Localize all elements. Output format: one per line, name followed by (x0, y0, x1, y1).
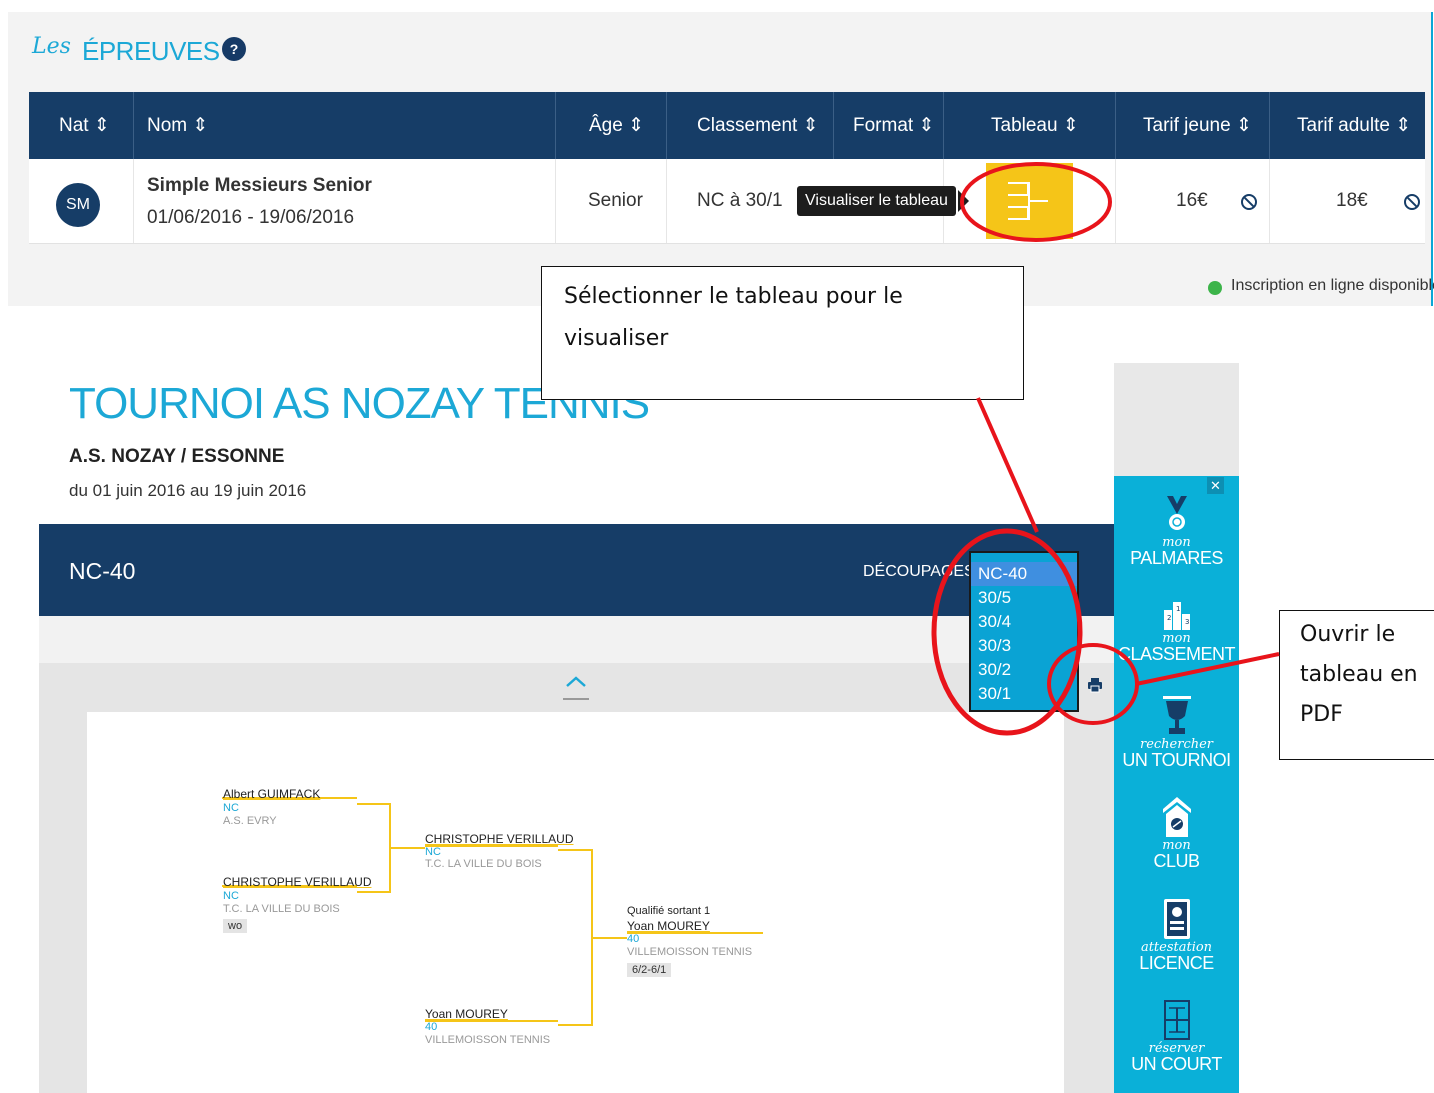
highlight-ellipse (1047, 643, 1139, 725)
annotation-connector (976, 397, 1039, 533)
annotation-connector (1135, 652, 1280, 686)
highlight-ellipse (931, 528, 1083, 736)
annotation-overlay (931, 162, 1280, 736)
highlight-ellipse (960, 162, 1112, 242)
